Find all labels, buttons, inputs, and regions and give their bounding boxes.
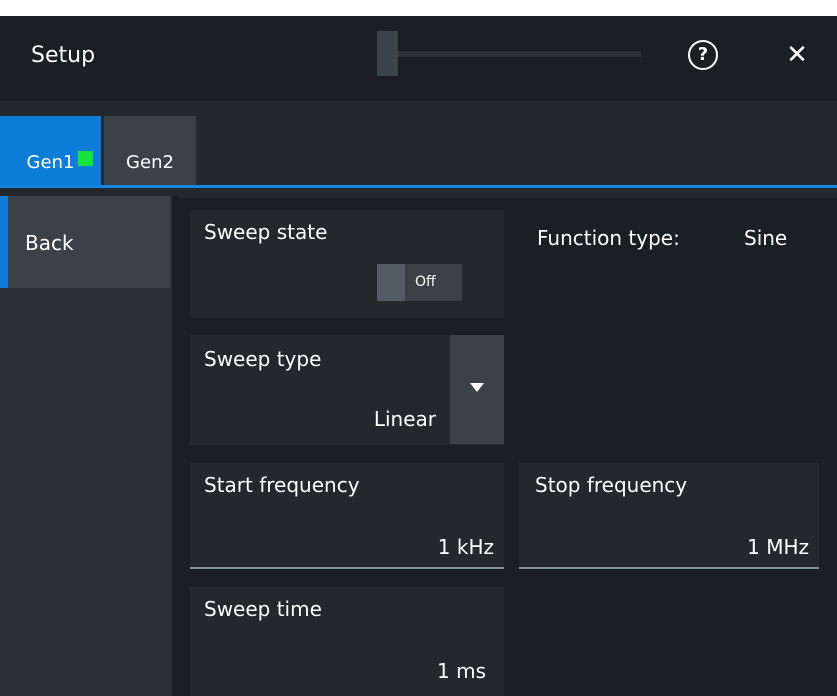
close-button[interactable]: ✕ <box>782 40 812 70</box>
back-button[interactable]: Back <box>0 196 170 288</box>
transparency-slider-track[interactable] <box>398 51 641 57</box>
sidebar-divider <box>172 196 178 696</box>
sweep-state-panel: Sweep state Off <box>190 210 504 318</box>
stop-frequency-value: 1 MHz <box>747 535 809 559</box>
start-frequency-field[interactable]: Start frequency 1 kHz <box>190 463 504 569</box>
start-frequency-label: Start frequency <box>204 473 360 497</box>
setup-dialog: Setup ? ✕ Gen1 Gen2 Back Sweep state Off… <box>0 16 837 696</box>
sweep-time-value: 1 ms <box>437 659 486 683</box>
tab-gen2[interactable]: Gen2 <box>104 116 196 185</box>
back-label: Back <box>25 231 74 255</box>
sidebar: Back <box>0 196 172 696</box>
sweep-type-label: Sweep type <box>204 347 322 371</box>
sweep-type-dropdown[interactable]: Sweep type Linear <box>190 335 504 445</box>
sweep-state-value: Off <box>415 274 436 290</box>
active-indicator <box>78 151 93 166</box>
start-frequency-underline <box>190 567 504 569</box>
sweep-type-value: Linear <box>373 407 436 431</box>
sweep-state-label: Sweep state <box>204 220 328 244</box>
function-type-value: Sine <box>744 226 788 250</box>
transparency-slider-thumb[interactable] <box>377 31 398 76</box>
stop-frequency-field[interactable]: Stop frequency 1 MHz <box>519 463 819 569</box>
sweep-type-dropdown-button[interactable] <box>450 335 504 444</box>
title-bar: Setup ? ✕ <box>0 16 837 101</box>
toggle-knob <box>377 264 405 301</box>
dialog-title: Setup <box>31 43 96 68</box>
start-frequency-value: 1 kHz <box>437 535 494 559</box>
tab-gen2-label: Gen2 <box>126 152 174 173</box>
stop-frequency-label: Stop frequency <box>535 473 688 497</box>
function-type-label: Function type: <box>537 226 680 250</box>
sweep-time-label: Sweep time <box>204 597 322 621</box>
tab-bar: Gen1 Gen2 <box>0 101 837 198</box>
tab-gen1-label: Gen1 <box>26 152 75 173</box>
tab-underline <box>0 185 837 188</box>
sweep-time-field[interactable]: Sweep time 1 ms <box>190 587 504 696</box>
back-selection-bar <box>0 196 8 288</box>
help-button[interactable]: ? <box>688 40 718 70</box>
chevron-down-icon <box>470 383 484 392</box>
stop-frequency-underline <box>519 567 819 569</box>
sweep-state-toggle[interactable]: Off <box>377 264 462 301</box>
